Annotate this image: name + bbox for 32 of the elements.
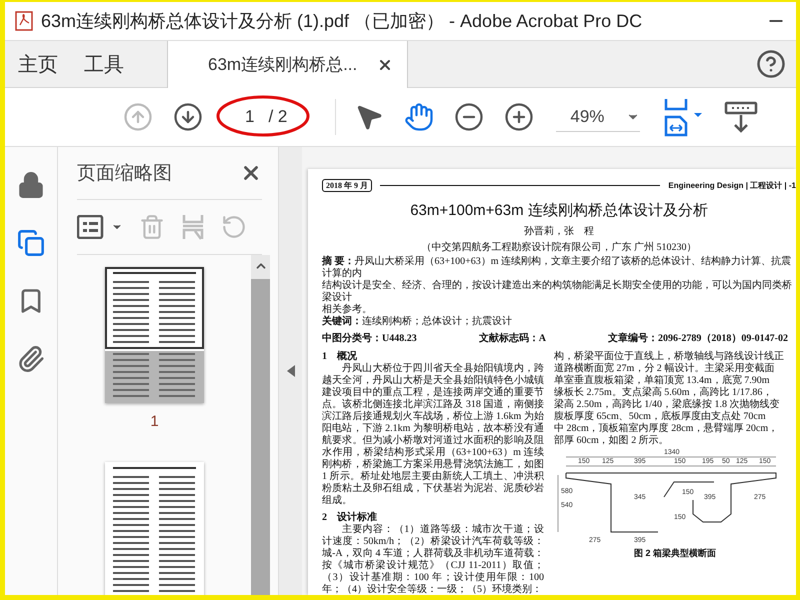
abstract-text: 摘 要：丹凤山大桥采用（63+100+63）m 连续刚构，文章主要介绍了该桥的总体设计、结构静力计算、抗震计算的内 xyxy=(322,256,792,280)
tab[interactable]: 主页 xyxy=(5,41,71,87)
tab[interactable]: 63m连续刚构桥总... xyxy=(167,41,408,88)
classification-info: 中图分类号：U448.23 xyxy=(322,332,417,345)
body-text-line: 腹板厚度 65cm、50cm，底板厚度由支点处 70cm xyxy=(554,411,767,422)
journal-header: Engineering Design | 工程设计 | -1 xyxy=(668,180,796,191)
classification-info: 文献标志码：A xyxy=(478,332,546,345)
tab[interactable]: 工具 xyxy=(71,41,137,87)
section-heading: 1 概况 xyxy=(322,351,358,363)
issue-date: 2018 年 9 月 xyxy=(322,179,372,192)
body-text-line: 构，桥梁平面位于直线上，桥墩轴线与路线设计线正 xyxy=(554,351,785,362)
abstract-text: 结构设计是安全、经济、合理的，按设计建造出来的构筑物能满足长期安全使用的功能，可以为国内同类桥梁设计 xyxy=(322,280,793,304)
body-text-line: 中 28cm，顶板箱室内厚度 28cm，悬臂端厚 20cm， xyxy=(554,423,780,434)
body-paragraph: 丹凤山大桥位于四川省天全县始阳镇境内，跨越天全河，丹凤山大桥是天全县始阳镇特色小城镇建设项目中的重点工程，是连接两岸交通的重要节点。该桥北侧连接北岸滨江路及 318 国道，南侧接滨江路后接通规划火车战场，桥位上游 1.6km 为始阳电站，下游 2.1km 为黎明桥电站，故本桥没有通航要求。但为减小桥墩对河道过水面积的影响及阻水作用，桥梁结构形式采用（63+100+63）m 连续刚构桥，桥梁施工方案采用悬臂浇筑法施工，如图 1 所示。桥址处地层主要由新统人工填土、冲洪积粉质粘土及卵石组成，下伏基岩为泥岩、泥质砂岩组成。 xyxy=(322,363,544,507)
article-title: 63m+100m+63m 连续刚构桥总体设计及分析 xyxy=(409,201,709,220)
keywords: 关键词：连续刚构桥；总体设计；抗震设计 xyxy=(322,316,513,328)
affiliation: （中交第四航务工程勘察设计院有限公司，广东 广州 510230） xyxy=(420,240,698,254)
section-heading: 2 设计标准 xyxy=(322,512,378,524)
body-text-line: 道路横断面宽 27m，分 2 幅设计。主梁采用变截面 xyxy=(554,363,776,374)
zoom-dropdown[interactable]: 49% xyxy=(556,102,640,132)
panel-title: 页面缩略图 xyxy=(77,162,172,186)
body-text-line: 梁高 2.50m，高跨比 1/40，梁底缘按 1.8 次抛物线变 xyxy=(554,399,781,410)
window-title: 63m连续刚构桥总体设计及分析 (1).pdf （已加密） - Adobe Acrobat Pro DC xyxy=(41,10,644,33)
body-text-line: 缘板长 2.75m。支点梁高 5.60m，高跨比 1/17.86， xyxy=(554,387,774,398)
classification-info: 文章编号：2096-2789（2018）09-0147-02 xyxy=(608,331,788,345)
page-number-label: 1 xyxy=(150,413,159,430)
body-text-line: 部厚 60cm，如图 2 所示。 xyxy=(554,435,670,447)
authors: 孙晋莉，张 程 xyxy=(523,224,595,238)
body-paragraph: 主要内容：（1）道路等级：城市次干道；设计速度：50km/h；（2）桥梁设计汽车荷载等级：城-A，双向 4 车道；人群荷载及非机动车道荷载：按《城市桥梁设计规范》（CJJ 11-2011）取值；（3）设计基准期：100 年；设计使用年限：100 年；（4）设计安全等级：一级；（5）环境类别： xyxy=(322,524,544,595)
figure-caption: 图 2 箱梁典型横断面 xyxy=(632,547,717,560)
body-text-line: 单室垂直腹板箱梁，单箱顶宽 13.4m，底宽 7.90m xyxy=(554,375,771,386)
abstract-text: 相关参考。 xyxy=(322,304,373,316)
